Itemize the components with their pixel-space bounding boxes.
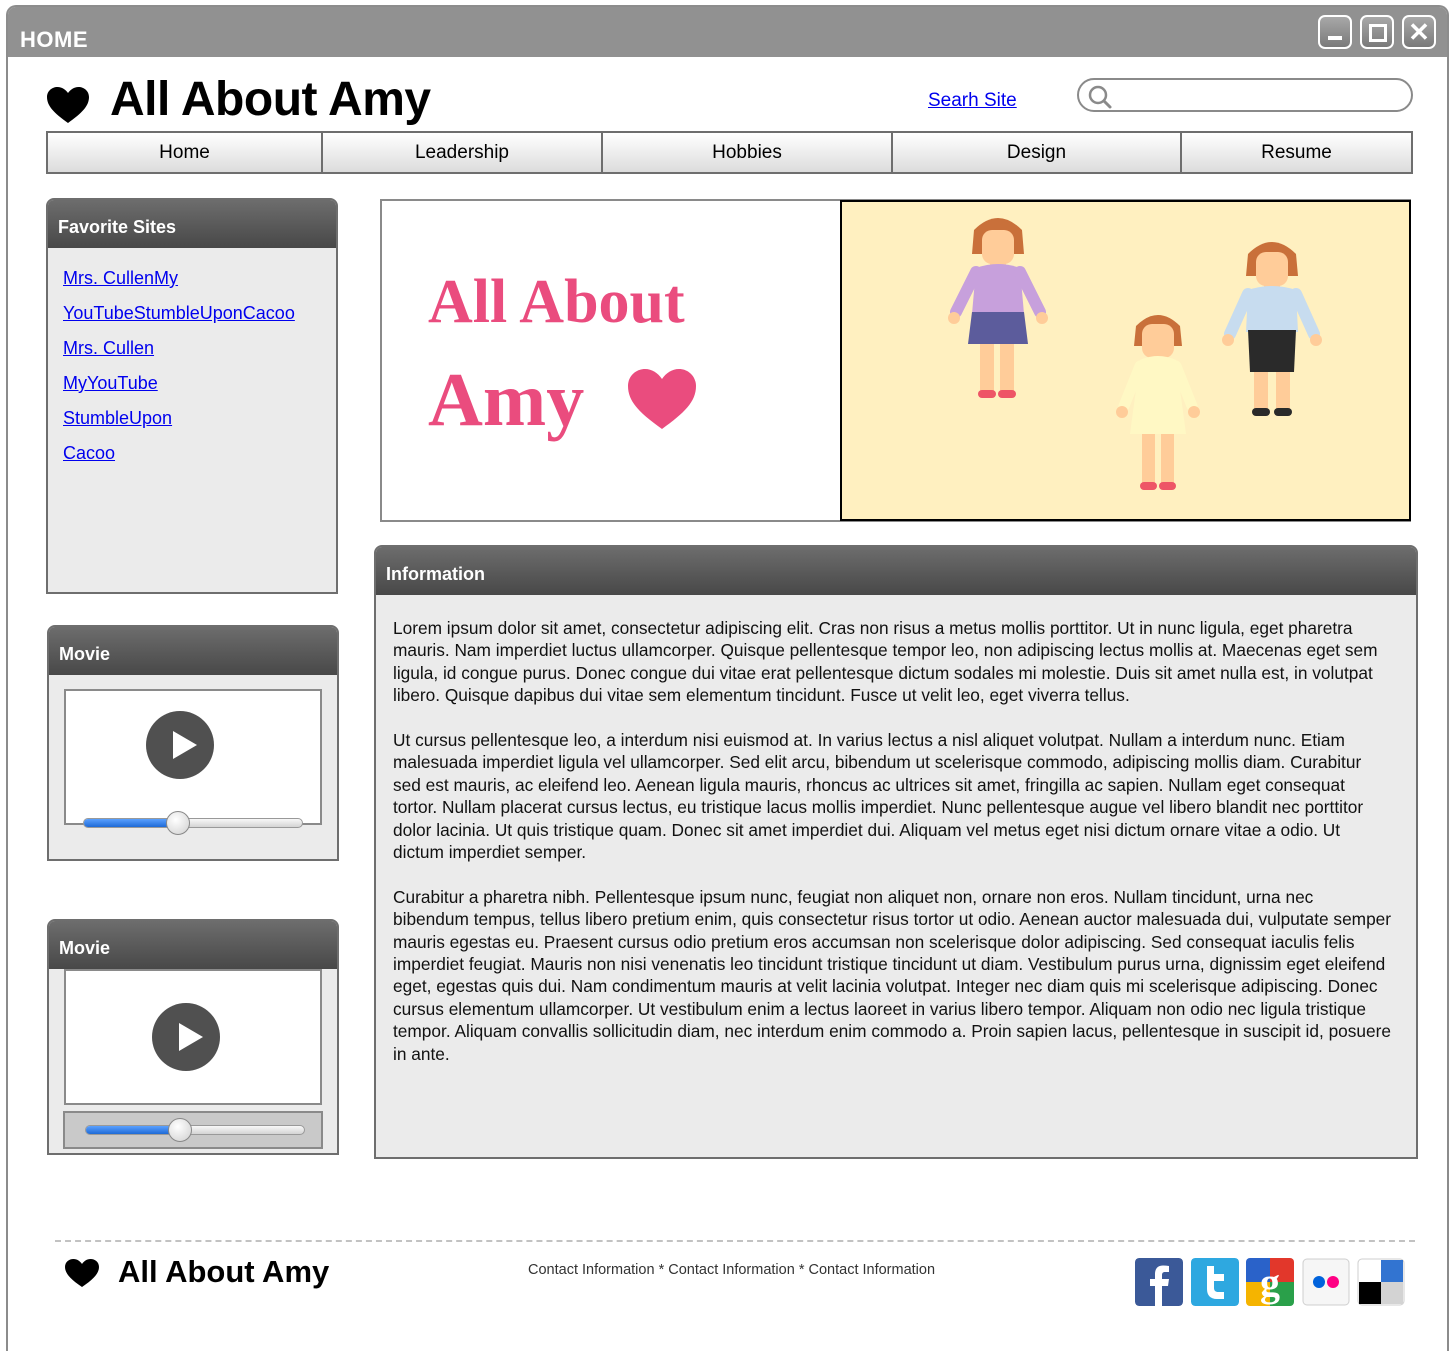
heart-icon	[628, 369, 696, 429]
minimize-button[interactable]	[1318, 15, 1352, 49]
close-button[interactable]: ✕	[1402, 15, 1436, 49]
facebook-icon[interactable]	[1135, 1258, 1183, 1306]
favorite-link[interactable]: Mrs. Cullen	[63, 338, 154, 358]
favorite-link[interactable]: Cacoo	[63, 443, 115, 463]
girl-figure	[1116, 315, 1200, 490]
tab-design[interactable]: Design	[893, 133, 1182, 172]
tab-home[interactable]: Home	[48, 133, 323, 172]
information-body: Lorem ipsum dolor sit amet, consectetur …	[393, 617, 1393, 1087]
seek-handle[interactable]	[167, 1118, 192, 1142]
flickr-icon[interactable]	[1302, 1258, 1350, 1306]
minimize-icon	[1320, 17, 1350, 47]
favorite-sites-panel: Favorite Sites Mrs. CullenMy YouTubeStum…	[46, 198, 338, 594]
tab-hobbies[interactable]: Hobbies	[603, 133, 893, 172]
search-site-link[interactable]: Searh Site	[928, 90, 1017, 112]
footer-contacts: Contact Information * Contact Informatio…	[528, 1262, 935, 1278]
favorite-sites-title: Favorite Sites	[48, 200, 336, 248]
seek-track[interactable]	[85, 1118, 305, 1142]
banner-title-line-1: All About	[428, 268, 685, 336]
maximize-button[interactable]	[1360, 15, 1394, 49]
favorite-link[interactable]: YouTubeStumbleUponCacoo	[63, 303, 295, 323]
title-bar[interactable]: HOME ✕	[8, 7, 1447, 57]
banner-illustration	[840, 200, 1411, 521]
seek-progress	[84, 819, 178, 827]
twitter-icon[interactable]	[1191, 1258, 1239, 1306]
woman-figure	[948, 218, 1048, 398]
search-icon	[1088, 85, 1112, 109]
family-illustration	[948, 218, 1322, 490]
svg-text:g: g	[1260, 1260, 1280, 1305]
footer-divider	[55, 1240, 1415, 1242]
contact-separator: *	[654, 1262, 669, 1278]
contact-link[interactable]: Contact Information	[528, 1262, 655, 1278]
favorite-link[interactable]: Mrs. CullenMy	[63, 268, 178, 288]
adult-figure	[1222, 242, 1322, 416]
site-title: All About Amy	[110, 73, 431, 126]
favorite-sites-list: Mrs. CullenMy YouTubeStumbleUponCacoo Mr…	[63, 268, 295, 478]
heart-logo-icon	[47, 87, 89, 123]
movie-panel: Movie	[47, 625, 339, 861]
list-item: Cacoo	[63, 443, 295, 478]
contact-link[interactable]: Contact Information	[668, 1262, 795, 1278]
hero-banner: All About Amy	[380, 199, 1411, 522]
movie-title: Movie	[49, 627, 337, 675]
information-title: Information	[376, 547, 1416, 595]
footer-heart-icon	[65, 1259, 99, 1287]
contact-separator: *	[794, 1262, 809, 1278]
search-input[interactable]	[1119, 84, 1399, 108]
information-paragraph: Ut cursus pellentesque leo, a interdum n…	[393, 730, 1364, 863]
list-item: StumbleUpon	[63, 408, 295, 443]
maximize-icon	[1362, 17, 1392, 47]
tab-leadership[interactable]: Leadership	[323, 133, 603, 172]
video-seek-bar	[63, 1111, 323, 1149]
footer-site-title: All About Amy	[118, 1254, 330, 1289]
close-icon: ✕	[1408, 17, 1430, 47]
list-item: MyYouTube	[63, 373, 295, 408]
banner-title-line-2: Amy	[428, 358, 585, 442]
information-paragraph: Curabitur a pharetra nibh. Pellentesque …	[393, 886, 1392, 1064]
list-item: Mrs. CullenMy	[63, 268, 295, 303]
movie-title: Movie	[49, 921, 337, 969]
delicious-icon[interactable]	[1357, 1258, 1405, 1306]
seek-track[interactable]	[83, 811, 303, 835]
play-button[interactable]	[152, 1003, 220, 1071]
favorite-link[interactable]: MyYouTube	[63, 373, 158, 393]
information-paragraph: Lorem ipsum dolor sit amet, consectetur …	[393, 618, 1378, 706]
tab-resume[interactable]: Resume	[1182, 133, 1411, 172]
window-title: HOME	[20, 27, 88, 52]
main-nav: Home Leadership Hobbies Design Resume	[46, 131, 1413, 174]
list-item: Mrs. Cullen	[63, 338, 295, 373]
list-item: YouTubeStumbleUponCacoo	[63, 303, 295, 338]
video-seek-bar	[83, 809, 307, 837]
information-panel: Information Lorem ipsum dolor sit amet, …	[374, 545, 1418, 1159]
video-player[interactable]	[64, 689, 322, 825]
play-button[interactable]	[146, 711, 214, 779]
banner-text-area: All About Amy	[382, 201, 840, 520]
search-field[interactable]	[1077, 78, 1413, 112]
video-player[interactable]	[64, 969, 322, 1105]
favorite-link[interactable]: StumbleUpon	[63, 408, 172, 428]
movie-panel: Movie	[47, 919, 339, 1155]
seek-progress	[86, 1126, 180, 1134]
contact-link[interactable]: Contact Information	[809, 1262, 936, 1278]
google-icon[interactable]: g	[1246, 1258, 1294, 1306]
seek-handle[interactable]	[165, 811, 190, 835]
